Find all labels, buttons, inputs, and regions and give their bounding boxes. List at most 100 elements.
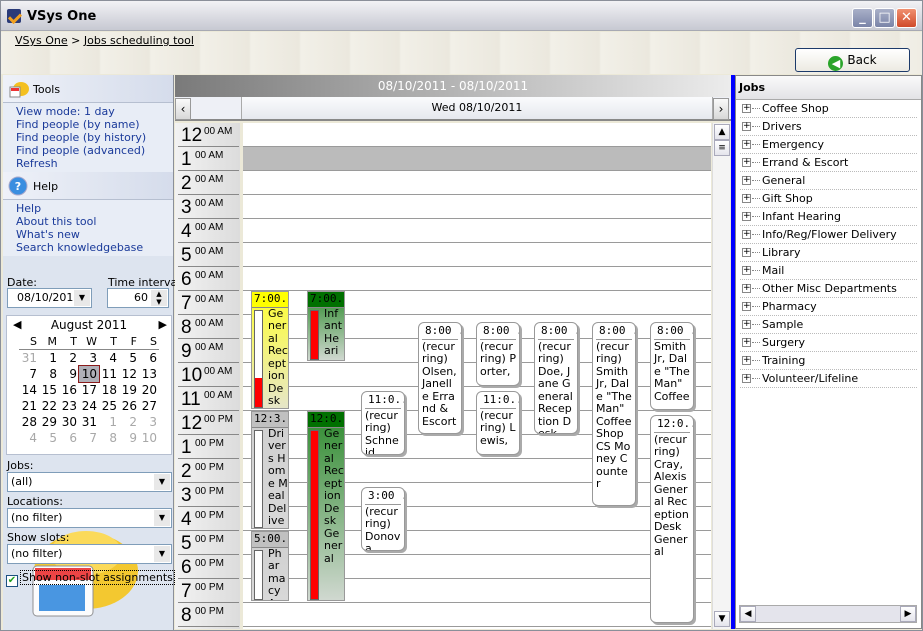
calendar-day[interactable]: 1	[99, 414, 119, 430]
calendar-day[interactable]: 2	[59, 350, 79, 366]
breadcrumb-root-link[interactable]: VSys One	[15, 34, 68, 47]
help-link[interactable]: Help	[16, 202, 173, 215]
expand-plus-icon[interactable]: +	[742, 356, 751, 365]
job-tree-item[interactable]: + Gift Shop	[740, 190, 917, 208]
assignment-card[interactable]: 11:0...(recurring) Lewis,	[476, 391, 520, 455]
calendar-day[interactable]: 4	[99, 350, 119, 366]
calendar-day[interactable]: 9	[59, 366, 79, 382]
calendar-day[interactable]: 16	[59, 382, 79, 398]
expand-plus-icon[interactable]: +	[742, 194, 751, 203]
expand-plus-icon[interactable]: +	[742, 302, 751, 311]
calendar-day[interactable]: 26	[119, 398, 139, 414]
expand-plus-icon[interactable]: +	[742, 122, 751, 131]
calendar-day[interactable]: 4	[19, 430, 39, 446]
job-tree-item[interactable]: + Other Misc Departments	[740, 280, 917, 298]
assignment-card[interactable]: 3:00 ...(recurring) Donova	[361, 487, 405, 551]
help-link[interactable]: About this tool	[16, 215, 173, 228]
minimize-button[interactable]: _	[852, 8, 873, 28]
calendar-day[interactable]: 11	[99, 366, 119, 382]
calendar-day-selected[interactable]: 10	[78, 365, 100, 383]
job-tree-item[interactable]: + Infant Hearing	[740, 208, 917, 226]
expand-plus-icon[interactable]: +	[742, 266, 751, 275]
assignment-card[interactable]: 8:00 ...Smith Jr, Dale "The Man" Coffee	[650, 322, 694, 410]
calendar-day[interactable]: 19	[119, 382, 139, 398]
calendar-day[interactable]: 6	[59, 430, 79, 446]
job-tree-item[interactable]: + Emergency	[740, 136, 917, 154]
tools-link[interactable]: Find people (by history)	[16, 131, 173, 144]
calendar-day[interactable]: 18	[99, 382, 119, 398]
expand-plus-icon[interactable]: +	[742, 338, 751, 347]
vertical-scrollbar[interactable]: ▲ ≡ ▼	[712, 123, 730, 629]
assignment-card[interactable]: 8:00 ...(recurring) Porter,	[476, 322, 520, 386]
back-button[interactable]: ◀ Back	[795, 48, 910, 72]
calendar-day[interactable]: 22	[39, 398, 59, 414]
assignment-card[interactable]: 11:0...(recurring) Schneid	[361, 391, 405, 455]
calendar-day[interactable]: 27	[139, 398, 159, 414]
spin-arrows-icon[interactable]: ▲ ▼	[151, 290, 167, 306]
calendar-day[interactable]: 24	[79, 398, 99, 414]
slot-block[interactable]: 12:0...General Reception Desk General	[307, 411, 345, 601]
calendar-day[interactable]: 7	[19, 366, 39, 382]
calendar-day[interactable]: 3	[139, 414, 159, 430]
slot-block[interactable]: 7:00...Infant Heari	[307, 291, 345, 361]
tools-link[interactable]: Find people (advanced)	[16, 144, 173, 157]
calendar-day[interactable]: 10	[139, 430, 159, 446]
expand-plus-icon[interactable]: +	[742, 158, 751, 167]
day-label[interactable]: Wed 08/10/2011	[241, 97, 713, 119]
calendar-day[interactable]: 17	[79, 382, 99, 398]
calendar-day[interactable]: 8	[39, 366, 59, 382]
show-non-slot-checkbox[interactable]: ✔ Show non-slot assignments	[6, 570, 175, 587]
job-tree-item[interactable]: + Mail	[740, 262, 917, 280]
job-tree-item[interactable]: + Training	[740, 352, 917, 370]
job-tree-item[interactable]: + Errand & Escort	[740, 154, 917, 172]
expand-plus-icon[interactable]: +	[742, 320, 751, 329]
day-grid[interactable]: 7:00...General Reception Desk General 12:…	[243, 123, 711, 629]
assignment-card[interactable]: 8:00 ...(recurring) Olsen, Janelle Erran…	[418, 322, 462, 434]
calendar-day[interactable]: 20	[139, 382, 159, 398]
expand-plus-icon[interactable]: +	[742, 248, 751, 257]
horizontal-scrollbar[interactable]: ◀ ▶	[739, 605, 917, 623]
help-link[interactable]: Search knowledgebase	[16, 241, 173, 254]
job-tree-item[interactable]: + General	[740, 172, 917, 190]
calendar-day[interactable]: 25	[99, 398, 119, 414]
calendar-day[interactable]: 30	[59, 414, 79, 430]
time-interval-stepper[interactable]: 60 ▲ ▼	[107, 288, 169, 308]
calendar-day[interactable]: 2	[119, 414, 139, 430]
job-tree-item[interactable]: + Drivers	[740, 118, 917, 136]
checkmark-icon[interactable]: ✔	[6, 575, 18, 587]
scroll-thumb[interactable]: ≡	[714, 140, 730, 156]
assignment-card[interactable]: 12:0...(recurring) Cray, Alexis General …	[650, 415, 694, 623]
expand-plus-icon[interactable]: +	[742, 212, 751, 221]
next-month-icon[interactable]: ▶	[159, 316, 167, 334]
job-tree-item[interactable]: + Surgery	[740, 334, 917, 352]
expand-plus-icon[interactable]: +	[742, 230, 751, 239]
breadcrumb-current-link[interactable]: Jobs scheduling tool	[84, 34, 194, 47]
job-tree-item[interactable]: + Pharmacy	[740, 298, 917, 316]
slot-block[interactable]: 5:00...Pharmacy Assis	[251, 531, 289, 601]
expand-plus-icon[interactable]: +	[742, 284, 751, 293]
slot-block[interactable]: 7:00...General Reception Desk General	[251, 291, 289, 409]
calendar-day[interactable]: 5	[39, 430, 59, 446]
show-slots-select[interactable]: (no filter) ▼	[7, 544, 172, 564]
job-tree-item[interactable]: + Coffee Shop	[740, 100, 917, 118]
calendar-day[interactable]: 21	[19, 398, 39, 414]
job-tree-item[interactable]: + Sample	[740, 316, 917, 334]
expand-plus-icon[interactable]: +	[742, 374, 751, 383]
job-tree-item[interactable]: + Volunteer/Lifeline	[740, 370, 917, 388]
calendar-day[interactable]: 1	[39, 350, 59, 366]
calendar-day[interactable]: 6	[139, 350, 159, 366]
calendar-day[interactable]: 14	[19, 382, 39, 398]
prev-day-button[interactable]: ‹	[175, 98, 191, 120]
next-day-button[interactable]: ›	[713, 98, 729, 120]
maximize-button[interactable]: □	[874, 8, 895, 28]
assignment-card[interactable]: 8:00 ...(recurring) Smith Jr, Dale "The …	[592, 322, 636, 506]
calendar-day[interactable]: 31	[19, 350, 39, 366]
date-picker[interactable]: 08/10/2011 ▼	[7, 288, 92, 308]
jobs-filter-select[interactable]: (all) ▼	[7, 472, 172, 492]
scroll-down-icon[interactable]: ▼	[714, 611, 730, 627]
job-tree-item[interactable]: + Library	[740, 244, 917, 262]
expand-plus-icon[interactable]: +	[742, 176, 751, 185]
calendar-day[interactable]: 23	[59, 398, 79, 414]
scroll-left-icon[interactable]: ◀	[740, 606, 756, 622]
tools-link[interactable]: Refresh	[16, 157, 173, 170]
